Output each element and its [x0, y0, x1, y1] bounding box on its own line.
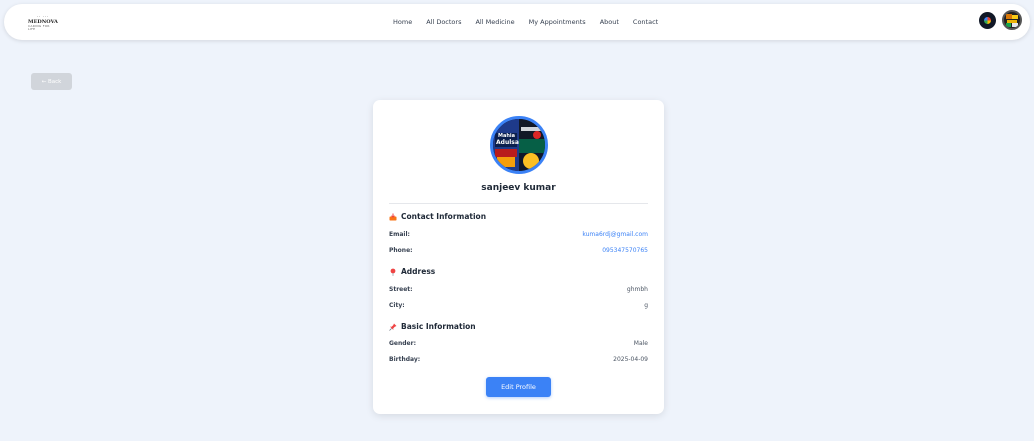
profile-name: sanjeev kumar	[481, 183, 556, 193]
contact-section-label: Contact Information	[401, 212, 487, 221]
edit-profile-button[interactable]: Edit Profile	[486, 377, 551, 397]
name-divider	[389, 203, 648, 204]
street-label: Street:	[389, 286, 413, 293]
gender-label: Gender:	[389, 340, 416, 347]
avatar-text-line2: Adulsa	[496, 139, 519, 146]
pin-icon	[389, 268, 397, 276]
nav-home-link[interactable]: Home	[393, 18, 412, 26]
city-row: City: g	[389, 302, 648, 309]
city-value: g	[644, 302, 648, 309]
pushpin-icon	[389, 323, 397, 331]
birthday-row: Birthday: 2025-04-09	[389, 356, 648, 363]
profile-avatar: Mahia Adulsa	[490, 116, 548, 174]
nav-contact-link[interactable]: Contact	[633, 18, 658, 26]
site-logo[interactable]: ᐧᐧ ᐧᐧᐧ MEDNOVA CARING FOR LIFE	[28, 15, 58, 31]
user-avatar[interactable]	[1002, 10, 1022, 30]
nav-my-appointments-link[interactable]: My Appointments	[529, 18, 586, 26]
basic-section-label: Basic Information	[401, 322, 476, 331]
nav-all-doctors-link[interactable]: All Doctors	[426, 18, 461, 26]
back-button[interactable]: ← Back	[31, 73, 72, 90]
gender-row: Gender: Male	[389, 340, 648, 347]
contact-section-title: Contact Information	[389, 212, 486, 221]
email-row: Email: kuma6rdj@gmail.com	[389, 231, 648, 238]
camera-icon[interactable]	[979, 11, 996, 29]
top-navbar: ᐧᐧ ᐧᐧᐧ MEDNOVA CARING FOR LIFE Home All …	[4, 4, 1030, 40]
address-section-label: Address	[401, 267, 436, 276]
inbox-tray-icon	[389, 213, 397, 221]
address-section-title: Address	[389, 267, 435, 276]
city-label: City:	[389, 302, 405, 309]
phone-value[interactable]: 095347570765	[602, 247, 648, 254]
email-value[interactable]: kuma6rdj@gmail.com	[582, 231, 648, 238]
phone-label: Phone:	[389, 247, 413, 254]
birthday-value: 2025-04-09	[613, 356, 648, 363]
street-value: ghmbh	[626, 286, 648, 293]
nav-about-link[interactable]: About	[600, 18, 619, 26]
birthday-label: Birthday:	[389, 356, 421, 363]
email-label: Email:	[389, 231, 410, 238]
nav-all-medicine-link[interactable]: All Medicine	[475, 18, 514, 26]
nav-right-icons	[979, 10, 1022, 30]
gender-value: Male	[633, 340, 648, 347]
street-row: Street: ghmbh	[389, 286, 648, 293]
nav-links: Home All Doctors All Medicine My Appoint…	[393, 4, 658, 40]
basic-section-title: Basic Information	[389, 322, 476, 331]
profile-card: Mahia Adulsa sanjeev kumar Contact Infor…	[373, 100, 664, 414]
phone-row: Phone: 095347570765	[389, 247, 648, 254]
logo-tagline: CARING FOR LIFE	[28, 24, 50, 31]
